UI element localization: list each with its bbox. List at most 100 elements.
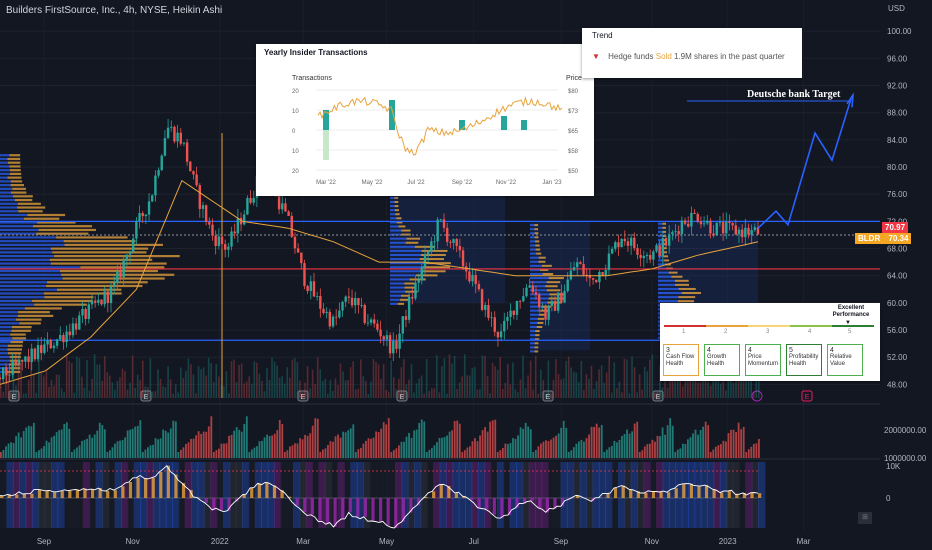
main-volume-bar <box>626 359 628 398</box>
volume-bar <box>583 441 585 458</box>
oscillator-histogram-bar <box>750 492 754 498</box>
candle-body <box>68 331 71 336</box>
candle-body <box>334 316 338 318</box>
candle-body <box>189 161 192 172</box>
main-volume-bar <box>420 375 423 398</box>
volume-bar <box>603 452 606 458</box>
candle-body <box>87 304 91 319</box>
main-volume-bar <box>643 366 646 398</box>
candle-body <box>40 345 43 353</box>
volume-bar <box>580 439 583 458</box>
volume-bar <box>10 442 12 458</box>
oscillator-histogram-bar <box>45 490 49 498</box>
main-volume-bar <box>463 354 466 398</box>
main-volume-bar <box>466 375 469 398</box>
candle-body <box>236 218 240 234</box>
volume-bar <box>228 435 230 458</box>
candle-body <box>173 126 176 142</box>
volume-profile-bar <box>13 195 33 198</box>
oscillator-histogram-bar <box>151 477 155 498</box>
candle-body <box>198 185 202 209</box>
main-volume-bar <box>631 356 633 398</box>
candle-body <box>617 242 620 248</box>
volume-bar <box>600 424 603 458</box>
main-volume-bar <box>329 379 332 398</box>
time-tick-label: Nov <box>126 537 140 546</box>
candle-body <box>338 310 341 318</box>
main-volume-bar <box>286 367 289 398</box>
volume-profile-bar <box>0 202 18 205</box>
oscillator-histogram-bar <box>22 493 26 498</box>
main-volume-bar <box>131 355 134 398</box>
volume-bar <box>443 437 446 458</box>
zone-bar <box>390 201 395 203</box>
candle-body <box>525 287 528 297</box>
candle-body <box>484 304 487 310</box>
score-label: Relative Value <box>830 354 852 367</box>
candle-body <box>563 291 566 303</box>
oscillator-histogram-bar <box>303 498 307 512</box>
candle-body <box>449 241 452 243</box>
candle-body <box>128 251 132 255</box>
volume-bar <box>238 429 241 458</box>
volume-profile-bar <box>0 187 13 190</box>
zone-bar <box>530 309 541 312</box>
candle-body <box>319 295 322 309</box>
main-volume-bar <box>15 385 17 398</box>
main-volume-bar <box>489 393 491 398</box>
oscillator-histogram-bar <box>348 498 352 513</box>
volume-profile-bar <box>0 318 17 321</box>
scale-seg-2 <box>706 325 748 327</box>
oscillator-histogram-bar <box>621 485 625 498</box>
main-volume-bar <box>25 393 27 398</box>
candle-body <box>468 271 471 282</box>
main-volume-bar <box>263 391 266 398</box>
volume-bar <box>63 424 66 458</box>
volume-bar <box>347 430 350 458</box>
volume-bar <box>126 430 129 458</box>
candle-body <box>36 345 40 360</box>
main-volume-bar <box>299 380 301 398</box>
volume-bar <box>65 422 68 458</box>
zone-bar <box>530 264 543 267</box>
oscillator-histogram-bar <box>606 493 610 498</box>
candle-body <box>163 138 167 156</box>
volume-bar <box>661 427 664 458</box>
volume-bar <box>699 430 702 458</box>
volume-bar <box>55 432 58 458</box>
main-volume-bar <box>613 362 616 398</box>
oscillator-histogram-bar <box>538 498 542 508</box>
main-volume-bar <box>319 369 322 398</box>
main-volume-bar <box>294 358 296 398</box>
volume-profile-bar <box>7 348 22 351</box>
main-volume-bar <box>278 377 281 398</box>
zone-bar <box>421 249 448 252</box>
volume-profile-bar <box>0 180 11 183</box>
candle-body <box>281 203 284 210</box>
volume-bar <box>519 427 522 458</box>
main-volume-bar <box>443 358 446 398</box>
tradingview-logo-icon[interactable]: ⊞ <box>858 512 872 524</box>
score-card-growth: 4 Growth Health <box>704 344 740 376</box>
main-volume-bar <box>418 378 420 398</box>
zone-bar <box>658 283 676 286</box>
volume-profile-bar <box>0 251 53 254</box>
volume-profile-bar <box>0 311 19 314</box>
volume-bar <box>555 435 557 458</box>
volume-bar <box>362 443 365 458</box>
volume-bar <box>509 442 512 458</box>
candle-body <box>411 296 414 299</box>
main-volume-bar <box>565 360 567 398</box>
oscillator-bg-band <box>586 462 594 528</box>
volume-bar <box>471 441 474 458</box>
volume-bar <box>370 438 372 458</box>
insider-x-tick: Jan '23 <box>542 180 562 186</box>
volume-profile-bar <box>0 348 8 351</box>
main-volume-bar <box>539 369 542 398</box>
main-volume-bar <box>334 378 337 398</box>
main-volume-bar <box>664 380 666 398</box>
main-volume-bar <box>501 388 504 398</box>
volume-bar <box>169 428 172 458</box>
time-tick-label: Nov <box>645 537 659 546</box>
main-volume-bar <box>400 367 403 398</box>
